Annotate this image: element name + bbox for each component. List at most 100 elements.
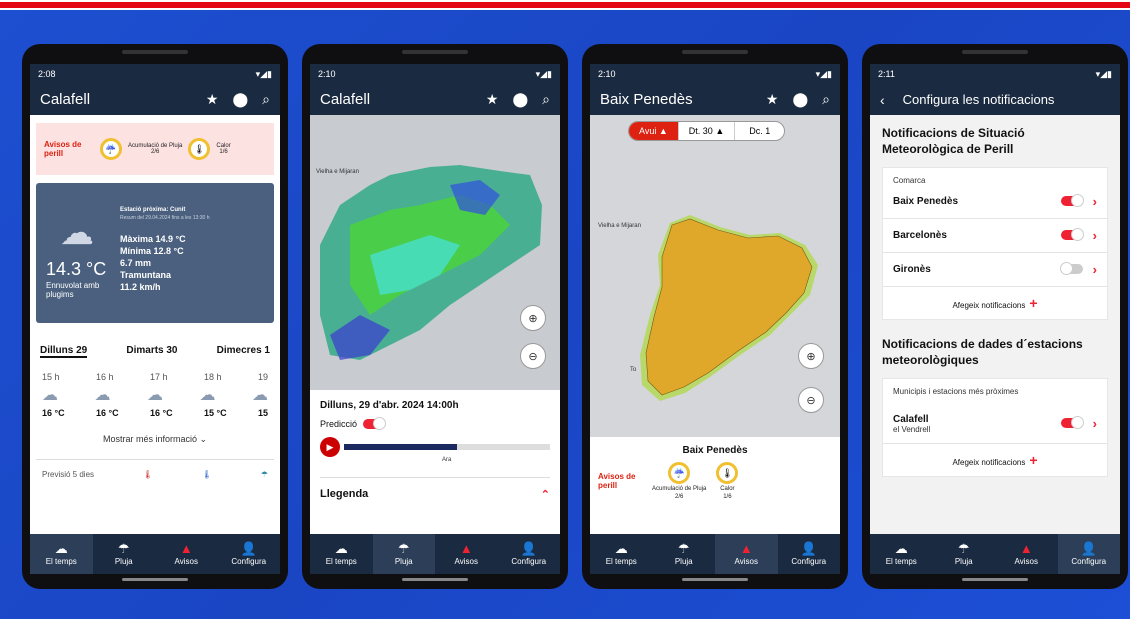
nav-pluja[interactable]: ☂ Pluja (93, 534, 156, 574)
nav-label: Pluja (394, 557, 413, 566)
nav-label: El temps (325, 557, 357, 566)
back-arrow-icon[interactable]: ‹ (880, 92, 885, 108)
star-icon[interactable]: ★ (766, 91, 779, 108)
chevron-right-icon: › (1092, 416, 1097, 431)
play-button[interactable]: ▶ (320, 437, 340, 457)
nav-configura[interactable]: 👤 Configura (1057, 534, 1120, 574)
nav-label: Avisos (454, 557, 478, 566)
add-notification-button-2[interactable]: Afegeix notificacions + (883, 444, 1107, 476)
nav-pluja[interactable]: ☂ Pluja (653, 534, 716, 574)
cloud-icon: ☁ (334, 541, 348, 556)
nav-pluja[interactable]: ☂ Pluja (933, 534, 996, 574)
warning-summary[interactable]: Avisos de perill ☔ Acumulació de Pluja 2/6… (590, 456, 840, 506)
phone-rain: 2:10 ▾◢▮ Calafell ★ ⬤ ⌕ Vielha e Mijaran ⊕ … (302, 44, 568, 589)
toggle-knob (373, 417, 387, 430)
star-icon[interactable]: ★ (486, 91, 499, 108)
zoom-out-button[interactable]: ⊖ (520, 343, 546, 369)
comarca-item[interactable]: Barcelonès › (883, 219, 1107, 253)
nav-configura[interactable]: 👤 Configura (778, 534, 841, 574)
toggle-on[interactable] (1060, 416, 1084, 429)
temps-row: 16 °C 16 °C 16 °C 15 °C 15 (30, 408, 280, 418)
location-icon[interactable]: ⬤ (512, 91, 528, 108)
temp-1: 16 °C (42, 408, 65, 418)
nav-avisos[interactable]: ▲ Avisos (715, 534, 778, 574)
bottom-nav: ☁ El temps ☂ Pluja ▲ Avisos 👤 Configura (30, 534, 280, 574)
home-indicator (122, 578, 188, 581)
status-bar: 2:08 ▾◢▮ (30, 64, 280, 84)
tab-day-1[interactable]: Dilluns 29 (40, 345, 88, 358)
rain-warning-icon: ☔ (100, 138, 122, 160)
battery-icon: ▾◢▮ (815, 68, 832, 79)
hour-5: 19 (257, 372, 268, 382)
timeline-fill (344, 444, 458, 450)
location-icon[interactable]: ⬤ (232, 91, 248, 108)
cloud-icon: ☁ (614, 541, 628, 556)
station-item[interactable]: Calafell el Vendrell › (883, 404, 1107, 444)
nav-avisos[interactable]: ▲ Avisos (995, 534, 1058, 574)
prediction-row: Predicció (310, 411, 560, 437)
warnings-box[interactable]: Avisos de perill ☔ Acumulació de Pluja 2/… (36, 123, 274, 175)
condition-text: Ennuvolat amb plugims (46, 281, 100, 299)
radar-map[interactable]: Vielha e Mijaran ⊕ ⊖ (310, 115, 560, 390)
weather-card[interactable]: ☁ 14.3 °C Ennuvolat amb plugims Estació … (36, 183, 274, 323)
toggle-off[interactable] (1059, 262, 1083, 275)
toggle-on[interactable] (1060, 194, 1084, 207)
tab-day-2[interactable]: Dimarts 30 (126, 345, 177, 358)
warning-icon: ▲ (1019, 541, 1033, 556)
location-icon[interactable]: ⬤ (792, 91, 808, 108)
nav-el-temps[interactable]: ☁ El temps (590, 534, 653, 574)
chevron-down-icon: ⌄ (199, 434, 208, 444)
nav-configura[interactable]: 👤 Configura (218, 534, 281, 574)
comarca-item[interactable]: Baix Penedès › (883, 185, 1107, 219)
tab-day-3[interactable]: Dimecres 1 (217, 345, 270, 358)
nav-label: El temps (885, 557, 917, 566)
hour-1: 15 h (42, 372, 60, 382)
nav-el-temps[interactable]: ☁ El temps (870, 534, 933, 574)
chevron-right-icon: › (1092, 228, 1097, 243)
comarca-item[interactable]: Gironès › (883, 253, 1107, 287)
temp-5: 15 (257, 408, 268, 418)
nav-label: Configura (791, 557, 827, 566)
zoom-in-button[interactable]: ⊕ (798, 343, 824, 369)
nav-label: Avisos (1014, 557, 1038, 566)
forecast-row[interactable]: Previsió 5 dies 🌡 🌡 ☂ (36, 459, 274, 489)
speaker (682, 50, 748, 54)
nav-el-temps[interactable]: ☁ El temps (310, 534, 373, 574)
star-icon[interactable]: ★ (206, 91, 219, 108)
chevron-up-icon: ⌃ (540, 489, 550, 501)
comarca-label: Comarca (893, 176, 926, 185)
battery-icon: ▾◢▮ (535, 68, 552, 79)
stations-box: Municipis i estacions més pròximes Calaf… (882, 378, 1108, 477)
hours-row: 15 h 16 h 17 h 18 h 19 (30, 372, 280, 382)
search-icon[interactable]: ⌕ (822, 91, 830, 108)
hour-icons: ☁ ☁ ☁ ☁ ☁ (30, 382, 280, 408)
legend-header[interactable]: Llegenda ⌃ (320, 477, 550, 501)
station-name: Estació pròxima: Cunit (120, 207, 186, 213)
zoom-in-button[interactable]: ⊕ (520, 305, 546, 331)
search-icon[interactable]: ⌕ (542, 91, 550, 108)
screen-settings: 2:11 ▾◢▮ ‹ Configura les notificacions No… (870, 64, 1120, 574)
wind-direction: Tramuntana (120, 270, 172, 280)
nav-label: Avisos (734, 557, 758, 566)
toggle-on[interactable] (1060, 228, 1084, 241)
nav-label: Configura (1071, 557, 1107, 566)
timeline-track[interactable] (344, 444, 550, 450)
warning-map[interactable]: Avui ▲ Dt. 30 ▲ Dc. 1 Vielha e Mijaran T… (590, 115, 840, 437)
user-gear-icon: 👤 (1080, 541, 1097, 556)
station-sub: el Vendrell (893, 424, 931, 434)
nav-avisos[interactable]: ▲ Avisos (435, 534, 498, 574)
status-bar: 2:10 ▾◢▮ (590, 64, 840, 84)
prediction-toggle[interactable] (363, 417, 387, 430)
timeline: ▶ (310, 437, 560, 457)
add-notification-button[interactable]: Afegeix notificacions + (883, 287, 1107, 319)
map-datetime: Dilluns, 29 d'abr. 2024 14:00h (320, 400, 459, 411)
search-icon[interactable]: ⌕ (262, 91, 270, 108)
zoom-out-button[interactable]: ⊖ (798, 387, 824, 413)
toggle-knob (1070, 228, 1084, 241)
nav-avisos[interactable]: ▲ Avisos (155, 534, 218, 574)
nav-configura[interactable]: 👤 Configura (498, 534, 561, 574)
nav-pluja[interactable]: ☂ Pluja (372, 534, 435, 574)
nav-el-temps[interactable]: ☁ El temps (30, 534, 93, 574)
more-info-link[interactable]: Mostrar més informació ⌄ (30, 434, 280, 445)
cloud-icon: ☁ (54, 541, 68, 556)
